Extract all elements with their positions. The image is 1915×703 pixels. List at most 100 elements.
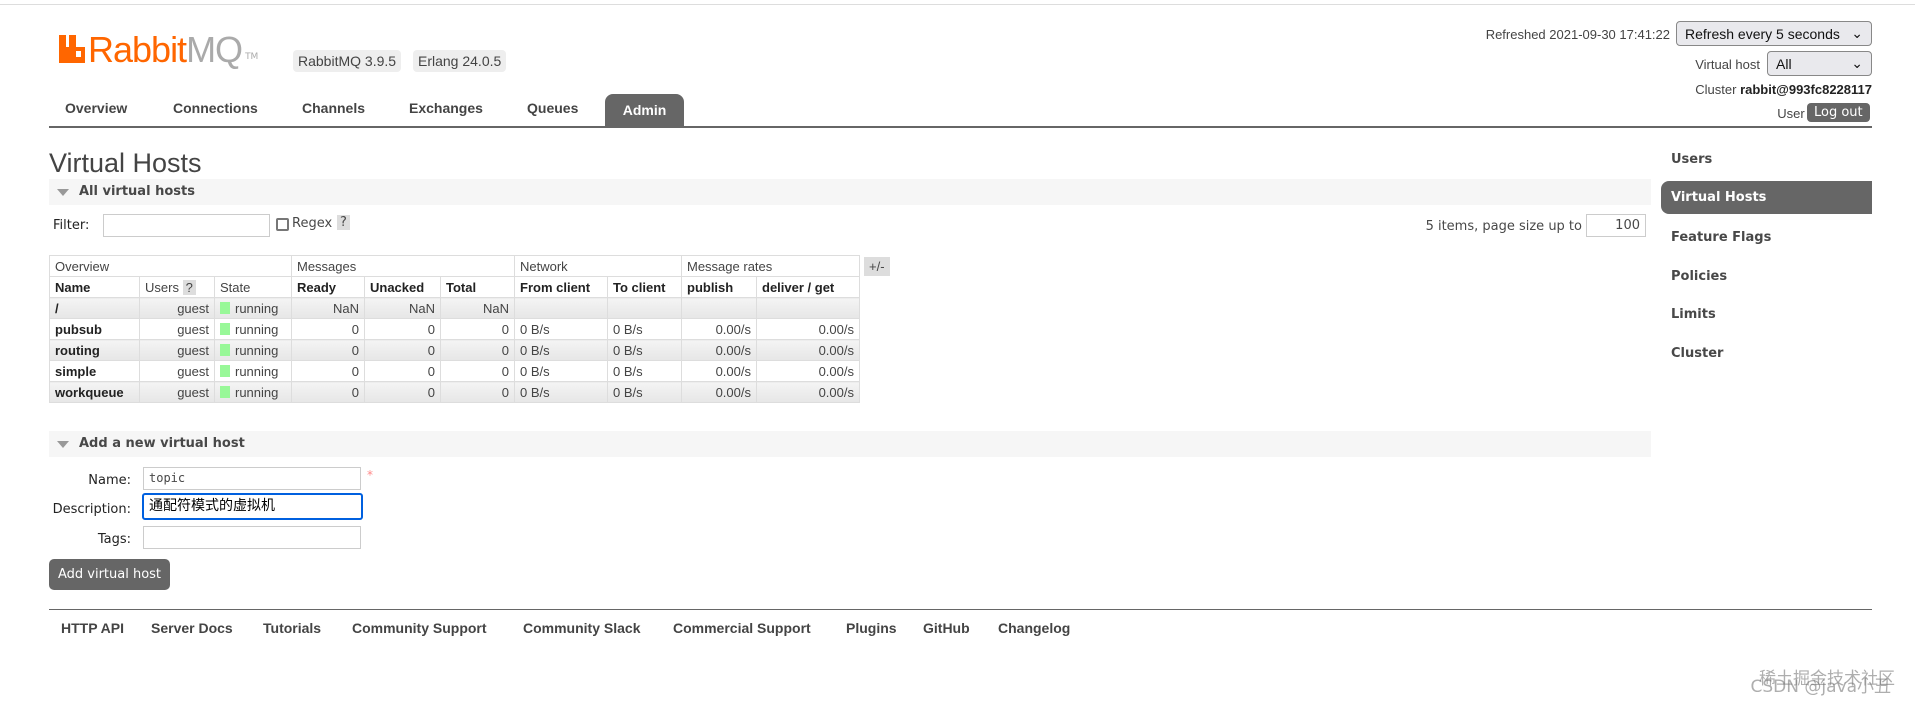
sidebar-item-users[interactable]: Users — [1671, 152, 1712, 167]
footer-link-tutorials[interactable]: Tutorials — [263, 620, 321, 636]
table-row[interactable]: workqueue guest running 0 0 0 0 B/s 0 B/s 0.00/s… — [49, 381, 860, 403]
regex-help-button[interactable]: ? — [337, 215, 350, 230]
cell-total: 0 — [440, 318, 515, 340]
cell-deliver-get-rate: 0.00/s — [756, 381, 860, 403]
vhost-label: Virtual host — [1695, 57, 1760, 72]
description-input[interactable]: 通配符模式的虚拟机 — [142, 493, 363, 520]
cell-vhost-name[interactable]: routing — [49, 339, 140, 361]
logout-button[interactable]: Log out — [1807, 103, 1870, 122]
cell-users: guest — [139, 381, 215, 403]
footer-link-github[interactable]: GitHub — [923, 620, 970, 636]
cell-state: running — [214, 297, 292, 319]
footer-link-community-slack[interactable]: Community Slack — [523, 620, 640, 636]
cell-unacked: 0 — [364, 339, 441, 361]
cell-vhost-name[interactable]: workqueue — [49, 381, 140, 403]
cell-ready: 0 — [291, 339, 365, 361]
table-row[interactable]: pubsub guest running 0 0 0 0 B/s 0 B/s 0.00/s 0.0… — [49, 318, 860, 340]
state-indicator-icon — [220, 385, 230, 398]
cell-to-client: 0 B/s — [607, 318, 682, 340]
cell-vhost-name[interactable]: pubsub — [49, 318, 140, 340]
nav-divider — [49, 126, 1872, 128]
col-from-client[interactable]: From client — [514, 276, 608, 298]
footer-link-plugins[interactable]: Plugins — [846, 620, 897, 636]
state-indicator-icon — [220, 364, 230, 377]
cell-ready: 0 — [291, 360, 365, 382]
table-row[interactable]: routing guest running 0 0 0 0 B/s 0 B/s 0.00/s 0.… — [49, 339, 860, 361]
cell-deliver-get-rate — [756, 297, 860, 319]
footer-link-community-support[interactable]: Community Support — [352, 620, 487, 636]
regex-checkbox[interactable] — [276, 218, 289, 231]
cell-ready: 0 — [291, 381, 365, 403]
tags-input[interactable] — [143, 526, 361, 549]
cluster-info: Cluster rabbit@993fc8228117 — [1695, 82, 1872, 97]
vhosts-table: Overview Messages Network Message rates … — [49, 255, 860, 403]
col-users-label: Users — [145, 279, 179, 295]
state-indicator-icon — [220, 322, 230, 335]
tab-exchanges[interactable]: Exchanges — [409, 100, 483, 116]
footer-link-changelog[interactable]: Changelog — [998, 620, 1070, 636]
filter-input[interactable] — [103, 214, 270, 237]
cell-from-client: 0 B/s — [514, 318, 608, 340]
cell-from-client: 0 B/s — [514, 381, 608, 403]
tab-overview[interactable]: Overview — [65, 100, 127, 116]
col-total[interactable]: Total — [440, 276, 515, 298]
rabbitmq-logo[interactable]: Rabbit MQ TM — [59, 30, 258, 68]
cell-to-client: 0 B/s — [607, 381, 682, 403]
collapse-triangle-icon — [57, 441, 69, 448]
section-title: All virtual hosts — [79, 184, 195, 199]
table-row[interactable]: simple guest running 0 0 0 0 B/s 0 B/s 0.00/s 0.0… — [49, 360, 860, 382]
col-users[interactable]: Users ? — [139, 276, 215, 298]
col-ready[interactable]: Ready — [291, 276, 365, 298]
cell-unacked: NaN — [364, 297, 441, 319]
vhost-select[interactable]: All ⌄ — [1767, 51, 1872, 76]
tab-admin[interactable]: Admin — [605, 94, 684, 126]
add-vhost-section-header[interactable]: Add a new virtual host — [49, 431, 1651, 457]
cell-users: guest — [139, 360, 215, 382]
tags-label: Tags: — [97, 532, 131, 547]
erlang-version-badge: Erlang 24.0.5 — [413, 50, 507, 72]
state-text: running — [235, 363, 279, 379]
name-input[interactable]: topic — [143, 467, 361, 490]
chevron-down-icon: ⌄ — [1851, 55, 1863, 71]
section-title: Add a new virtual host — [79, 436, 245, 451]
sidebar-item-limits[interactable]: Limits — [1671, 307, 1716, 322]
col-name[interactable]: Name — [49, 276, 140, 298]
cell-deliver-get-rate: 0.00/s — [756, 360, 860, 382]
cell-state: running — [214, 339, 292, 361]
watermark-csdn: CSDN @java小丑 — [1750, 677, 1892, 697]
sidebar-item-feature-flags[interactable]: Feature Flags — [1671, 230, 1771, 245]
cell-from-client: 0 B/s — [514, 360, 608, 382]
sidebar-item-virtual-hosts[interactable]: Virtual Hosts — [1661, 181, 1872, 214]
tab-connections[interactable]: Connections — [173, 100, 258, 116]
tab-channels[interactable]: Channels — [302, 100, 365, 116]
cell-from-client — [514, 297, 608, 319]
col-deliver-get[interactable]: deliver / get — [756, 276, 860, 298]
page-title: Virtual Hosts — [49, 148, 202, 178]
toggle-columns-button[interactable]: +/- — [864, 257, 890, 276]
required-marker: * — [367, 468, 373, 482]
footer-link-server-docs[interactable]: Server Docs — [151, 620, 233, 636]
user-label: User — [1777, 106, 1805, 121]
all-vhosts-section-header[interactable]: All virtual hosts — [49, 179, 1651, 205]
refresh-interval-select[interactable]: Refresh every 5 seconds ⌄ — [1676, 21, 1872, 46]
col-to-client[interactable]: To client — [607, 276, 682, 298]
col-state[interactable]: State — [214, 276, 292, 298]
sidebar-item-cluster[interactable]: Cluster — [1671, 346, 1723, 361]
col-unacked[interactable]: Unacked — [364, 276, 441, 298]
footer-link-commercial-support[interactable]: Commercial Support — [673, 620, 811, 636]
col-publish[interactable]: publish — [681, 276, 757, 298]
cluster-label: Cluster — [1695, 82, 1737, 97]
logo-text-rabbit: Rabbit — [88, 29, 187, 70]
table-row[interactable]: / guest running NaN NaN NaN — [49, 297, 860, 319]
cell-unacked: 0 — [364, 381, 441, 403]
add-virtual-host-button[interactable]: Add virtual host — [49, 559, 170, 590]
tab-queues[interactable]: Queues — [527, 100, 578, 116]
page-size-input[interactable]: 100 — [1586, 214, 1646, 237]
cell-vhost-name[interactable]: / — [49, 297, 140, 319]
users-help-button[interactable]: ? — [182, 279, 196, 295]
cell-from-client: 0 B/s — [514, 339, 608, 361]
cell-vhost-name[interactable]: simple — [49, 360, 140, 382]
sidebar-item-policies[interactable]: Policies — [1671, 269, 1727, 284]
footer-link-http-api[interactable]: HTTP API — [61, 620, 124, 636]
cell-total: 0 — [440, 360, 515, 382]
